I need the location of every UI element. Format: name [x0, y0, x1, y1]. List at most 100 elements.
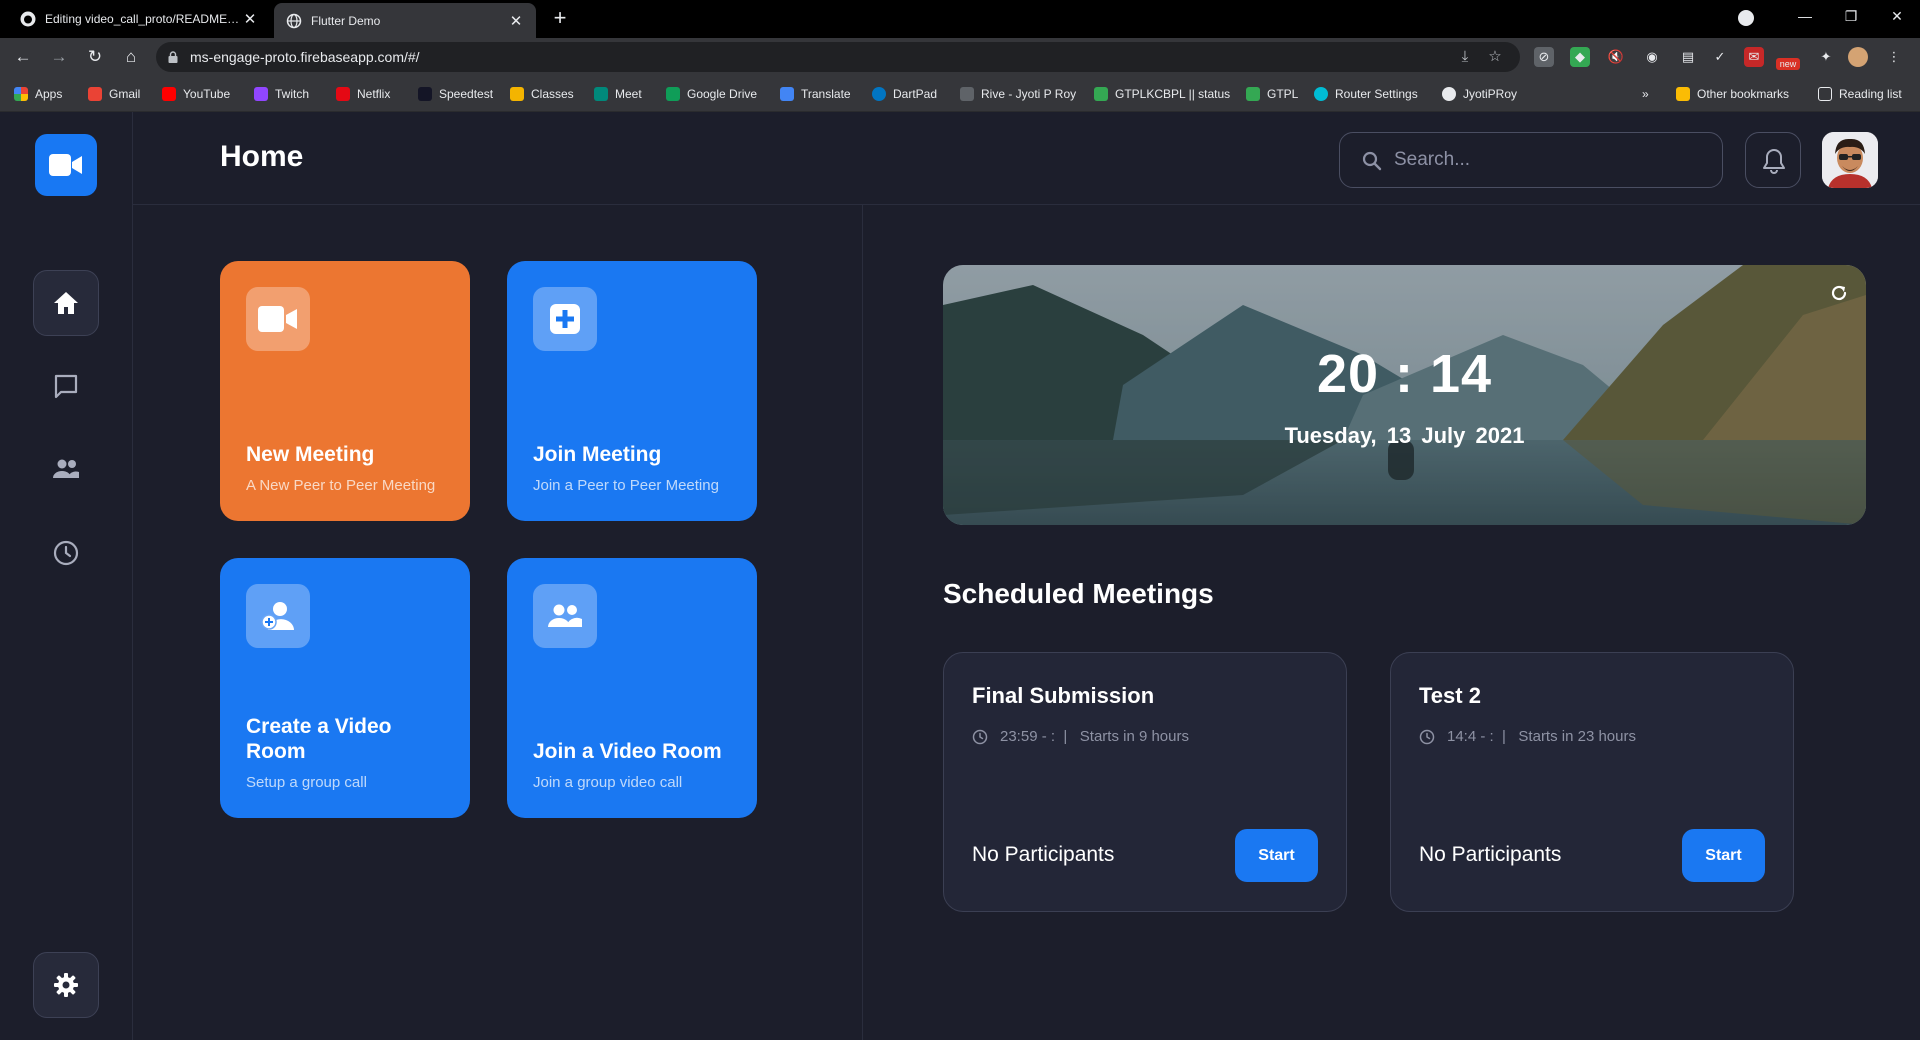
kebab-menu-icon[interactable]: ⋮ — [1884, 47, 1904, 67]
bookmark-router-settings[interactable]: Router Settings — [1314, 85, 1418, 103]
bell-icon — [1763, 149, 1785, 174]
plus-square-icon — [550, 304, 580, 334]
gmail-icon — [88, 87, 102, 101]
bookmark-gtpl[interactable]: GTPL — [1246, 85, 1298, 103]
forward-arrow-icon[interactable]: → — [48, 46, 70, 68]
bookmark-star-icon[interactable]: ☆ — [1486, 48, 1504, 66]
user-avatar[interactable] — [1822, 132, 1878, 188]
bookmark-apps[interactable]: Apps — [14, 85, 62, 103]
profile-avatar-icon[interactable] — [1848, 47, 1868, 67]
bookmark-dartpad[interactable]: DartPad — [872, 85, 937, 103]
create-room-icon-tile — [246, 584, 310, 648]
clock-icon — [1419, 729, 1435, 744]
meeting-time-text: 23:59 - : | Starts in 9 hours — [1000, 728, 1189, 745]
notifications-button[interactable] — [1745, 132, 1801, 188]
card-subtitle: Setup a group call — [246, 774, 367, 791]
window-controls: — ❐ ✕ — [1782, 0, 1920, 32]
meeting-title: Test 2 — [1419, 683, 1481, 708]
bookmark-speedtest[interactable]: Speedtest — [418, 85, 493, 103]
other-bookmarks[interactable]: Other bookmarks — [1676, 85, 1789, 103]
close-window-button[interactable]: ✕ — [1874, 0, 1920, 32]
address-bar[interactable]: ms-engage-proto.firebaseapp.com/#/ ⤓ ☆ — [156, 42, 1520, 72]
rive-icon — [960, 87, 974, 101]
install-icon[interactable]: ⤓ — [1456, 48, 1474, 66]
meeting-card-final-submission: Final Submission 23:59 - : | Starts in 9… — [943, 652, 1347, 912]
nav-home-button[interactable] — [33, 270, 99, 336]
search-box[interactable] — [1339, 132, 1723, 188]
extensions-puzzle-icon[interactable]: ✦ — [1816, 47, 1836, 67]
clock-icon — [53, 540, 79, 566]
video-camera-icon — [258, 306, 297, 332]
mute-icon[interactable]: 🔇 — [1606, 47, 1626, 67]
search-input[interactable] — [1394, 141, 1704, 179]
new-meeting-card[interactable]: New Meeting A New Peer to Peer Meeting — [220, 261, 470, 521]
create-video-room-card[interactable]: Create a Video Room Setup a group call — [220, 558, 470, 818]
bookmark-translate[interactable]: Translate — [780, 85, 851, 103]
netflix-icon — [336, 87, 350, 101]
app-root: Home New Meeting A New Peer to Peer Meet… — [0, 112, 1920, 1040]
reading-list[interactable]: Reading list — [1818, 85, 1902, 103]
extension-check-icon[interactable]: ✓ — [1710, 47, 1730, 67]
group-icon — [548, 604, 582, 627]
tab-title: Editing video_call_proto/README.md — [45, 12, 242, 26]
meeting-title: Final Submission — [972, 683, 1155, 708]
globe-icon — [286, 13, 302, 28]
meeting-participants: No Participants — [1419, 843, 1562, 866]
refresh-icon[interactable] — [1829, 283, 1849, 303]
home-icon — [54, 292, 78, 314]
bookmark-meet[interactable]: Meet — [594, 85, 642, 103]
home-icon[interactable]: ⌂ — [120, 46, 142, 68]
avatar-image — [1822, 132, 1878, 188]
close-tab-icon[interactable]: ✕ — [508, 12, 524, 30]
extension-eyes-icon[interactable]: ◉ — [1642, 47, 1662, 67]
router-icon — [1314, 87, 1328, 101]
bookmark-rive[interactable]: Rive - Jyoti P Roy — [960, 85, 1076, 103]
tab-title: Flutter Demo — [311, 13, 381, 28]
close-tab-icon[interactable]: ✕ — [242, 10, 258, 28]
extension-shield-icon[interactable]: ◆ — [1570, 47, 1590, 67]
bookmark-google-drive[interactable]: Google Drive — [666, 85, 757, 103]
extension-mail-icon[interactable]: ✉ — [1744, 47, 1764, 67]
browser-tab-readme[interactable]: Editing video_call_proto/README.md ✕ — [8, 0, 270, 38]
nav-chat-button[interactable] — [33, 353, 99, 419]
nav-settings-button[interactable] — [33, 952, 99, 1018]
translate-icon — [780, 87, 794, 101]
nav-contacts-button[interactable] — [33, 436, 99, 502]
tab-search-icon[interactable] — [1738, 10, 1754, 26]
column-divider — [862, 205, 863, 1040]
extension-block-icon[interactable]: ⊘ — [1534, 47, 1554, 67]
start-meeting-button[interactable]: Start — [1682, 829, 1765, 882]
card-subtitle: A New Peer to Peer Meeting — [246, 477, 436, 494]
nav-history-button[interactable] — [33, 520, 99, 586]
bookmark-twitch[interactable]: Twitch — [254, 85, 309, 103]
meeting-time-text: 14:4 - : | Starts in 23 hours — [1447, 728, 1636, 745]
join-video-room-card[interactable]: Join a Video Room Join a group video cal… — [507, 558, 757, 818]
join-meeting-card[interactable]: Join Meeting Join a Peer to Peer Meeting — [507, 261, 757, 521]
maximize-button[interactable]: ❐ — [1828, 0, 1874, 32]
bookmarks-overflow[interactable]: » — [1642, 85, 1649, 103]
bookmark-jyotiproy[interactable]: JyotiPRoy — [1442, 85, 1517, 103]
card-title: Join a Video Room — [533, 740, 722, 763]
minimize-button[interactable]: — — [1782, 0, 1828, 32]
card-title: New Meeting — [246, 443, 375, 466]
bookmark-youtube[interactable]: YouTube — [162, 85, 230, 103]
new-tab-button[interactable]: + — [548, 6, 572, 30]
app-logo[interactable] — [35, 134, 97, 196]
bookmark-gtplkcbpl-status[interactable]: GTPLKCBPL || status — [1094, 85, 1230, 103]
url-text: ms-engage-proto.firebaseapp.com/#/ — [190, 49, 420, 65]
bookmark-gmail[interactable]: Gmail — [88, 85, 140, 103]
clock-date: Tuesday, 13 July 2021 — [1284, 423, 1525, 448]
back-arrow-icon[interactable]: ← — [12, 46, 34, 68]
bookmark-netflix[interactable]: Netflix — [336, 85, 390, 103]
start-meeting-button[interactable]: Start — [1235, 829, 1318, 882]
meeting-card-test-2: Test 2 14:4 - : | Starts in 23 hours No … — [1390, 652, 1794, 912]
join-meeting-icon-tile — [533, 287, 597, 351]
browser-tab-strip: Editing video_call_proto/README.md ✕ Flu… — [0, 0, 1920, 38]
browser-tab-flutter-demo[interactable]: Flutter Demo ✕ — [274, 3, 536, 38]
reload-icon[interactable]: ↻ — [84, 46, 106, 68]
people-icon — [53, 459, 79, 478]
card-title: Create a Video Room — [246, 715, 392, 763]
extension-clipboard-icon[interactable]: ▤ — [1678, 47, 1698, 67]
bookmark-classes[interactable]: Classes — [510, 85, 574, 103]
classroom-icon — [510, 87, 524, 101]
